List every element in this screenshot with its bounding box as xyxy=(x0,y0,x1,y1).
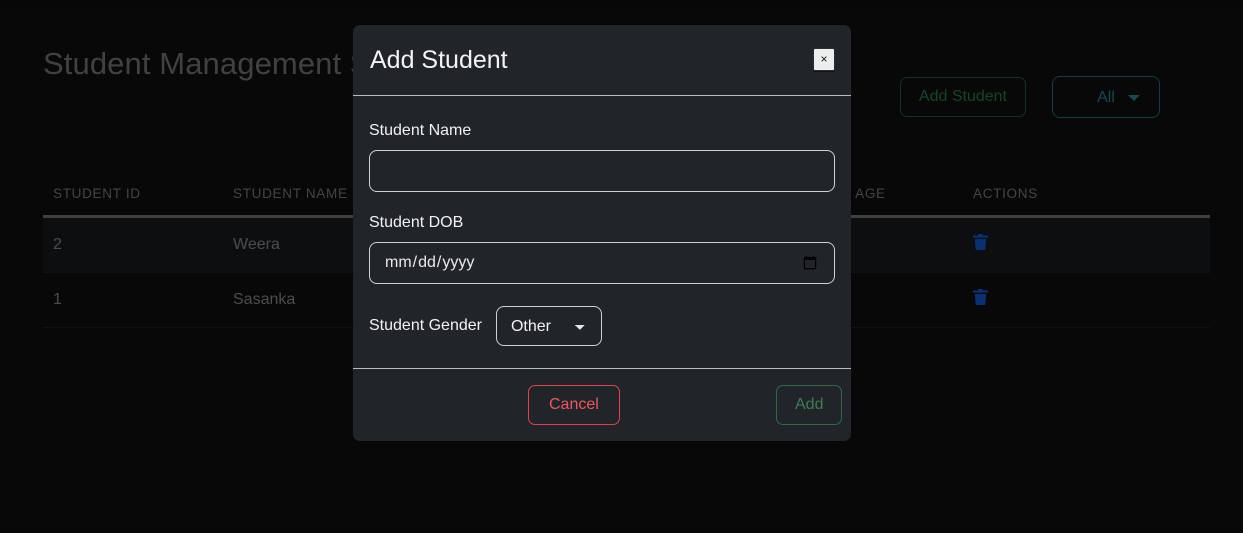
add-student-modal: Add Student × Student Name Student DOB S… xyxy=(353,25,851,441)
modal-header: Add Student × xyxy=(353,25,851,96)
modal-title: Add Student xyxy=(370,45,508,74)
modal-footer: Cancel Add xyxy=(353,368,851,441)
modal-body: Student Name Student DOB Student Gender … xyxy=(353,96,851,368)
student-name-label: Student Name xyxy=(369,122,472,139)
cancel-button[interactable]: Cancel xyxy=(528,385,620,425)
student-name-input[interactable] xyxy=(369,150,835,192)
student-gender-select[interactable]: Other xyxy=(495,306,602,346)
student-name-field-group: Student Name xyxy=(369,122,835,192)
student-dob-label: Student DOB xyxy=(369,214,464,231)
student-gender-label: Student Gender xyxy=(369,317,482,334)
close-icon[interactable]: × xyxy=(813,48,835,71)
add-button[interactable]: Add xyxy=(776,385,843,425)
student-dob-field-group: Student DOB xyxy=(369,214,835,284)
student-dob-input[interactable] xyxy=(369,242,835,284)
student-gender-field-group: Student Gender Other xyxy=(369,306,835,346)
